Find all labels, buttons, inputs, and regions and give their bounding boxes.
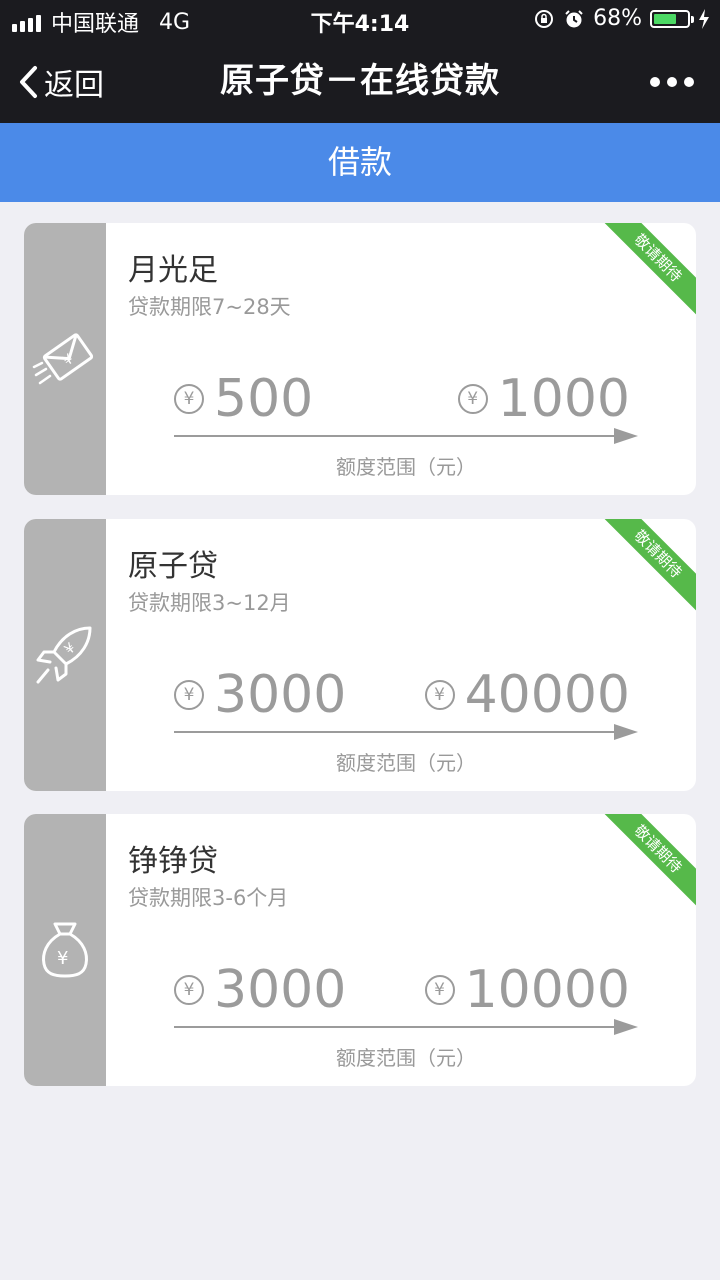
amount-max-value: 10000 <box>464 960 630 1020</box>
alarm-icon <box>565 9 583 27</box>
status-bar: 中国联通 4G 下午4:14 68% <box>0 0 720 40</box>
envelope-yen-icon: ¥ <box>32 333 94 385</box>
card-icon-panel: ¥ <box>24 223 106 495</box>
range-arrow-head-icon <box>614 428 638 444</box>
range-label: 额度范围（元） <box>336 751 476 775</box>
status-right: 68% <box>533 6 710 31</box>
range-arrow-line <box>174 731 614 733</box>
loan-term: 贷款期限3~12月 <box>128 591 291 615</box>
nav-bar: 返回 原子贷－在线贷款 <box>0 40 720 123</box>
loan-card-yuanzidai[interactable]: ¥ 原子贷 贷款期限3~12月 ¥ 3000 ¥ 40000 额度范围（元） 敬… <box>24 519 696 791</box>
range-arrow-head-icon <box>614 1019 638 1035</box>
more-dot-icon <box>667 76 677 87</box>
product-name: 月光足 <box>128 253 218 288</box>
battery-icon <box>650 9 694 28</box>
amount-min-value: 3000 <box>214 665 347 725</box>
amount-min: ¥ 3000 <box>174 962 346 1018</box>
svg-text:¥: ¥ <box>60 351 77 369</box>
loan-card-zhengzhengdai[interactable]: ¥ 铮铮贷 贷款期限3-6个月 ¥ 3000 ¥ 10000 额度范围（元） 敬… <box>24 814 696 1086</box>
product-name: 铮铮贷 <box>128 844 218 879</box>
amount-max: ¥ 1000 <box>457 369 630 429</box>
svg-text:¥: ¥ <box>57 948 68 969</box>
product-name: 原子贷 <box>128 549 218 584</box>
range-label: 额度范围（元） <box>336 455 476 479</box>
coming-soon-ribbon: 敬请期待 <box>600 223 696 316</box>
range-arrow-head-icon <box>614 724 638 740</box>
range-arrow-line <box>174 1026 614 1028</box>
more-dot-icon <box>650 76 660 87</box>
card-icon-panel: ¥ <box>24 814 106 1086</box>
more-dot-icon <box>684 76 694 87</box>
battery-fill <box>654 13 676 24</box>
yen-icon: ¥ <box>174 384 204 414</box>
rocket-yen-icon: ¥ <box>36 626 92 684</box>
page-title: 原子贷－在线贷款 <box>220 61 500 101</box>
amount-min-value: 3000 <box>214 960 347 1020</box>
amount-min-value: 500 <box>214 369 314 429</box>
amount-max-value: 40000 <box>464 665 630 725</box>
yen-icon: ¥ <box>424 680 455 710</box>
loan-card-yueguangzu[interactable]: ¥ 月光足 贷款期限7~28天 ¥ 500 ¥ 1000 额度范围（元） 敬请期… <box>24 223 696 495</box>
yen-icon: ¥ <box>424 975 455 1005</box>
amount-min: ¥ 3000 <box>174 667 346 723</box>
yen-icon: ¥ <box>174 975 204 1005</box>
range-label: 额度范围（元） <box>336 1046 476 1070</box>
yen-icon: ¥ <box>174 680 204 710</box>
card-icon-panel: ¥ <box>24 519 106 791</box>
coming-soon-ribbon: 敬请期待 <box>600 519 696 612</box>
amount-max: ¥ 10000 <box>424 960 630 1020</box>
charging-icon <box>699 8 709 29</box>
range-arrow-line <box>174 435 614 437</box>
rotation-lock-icon <box>535 9 554 28</box>
amount-max: ¥ 40000 <box>424 665 630 725</box>
loan-term: 贷款期限7~28天 <box>128 295 291 319</box>
yen-icon: ¥ <box>457 384 488 414</box>
amount-min: ¥ 500 <box>174 371 313 427</box>
more-button[interactable] <box>650 40 694 123</box>
loan-term: 贷款期限3-6个月 <box>128 886 289 910</box>
section-header-borrow: 借款 <box>0 123 720 202</box>
coming-soon-ribbon: 敬请期待 <box>600 814 696 907</box>
battery-percent: 68% <box>593 6 642 31</box>
amount-max-value: 1000 <box>497 369 630 429</box>
money-bag-yen-icon: ¥ <box>42 922 88 978</box>
